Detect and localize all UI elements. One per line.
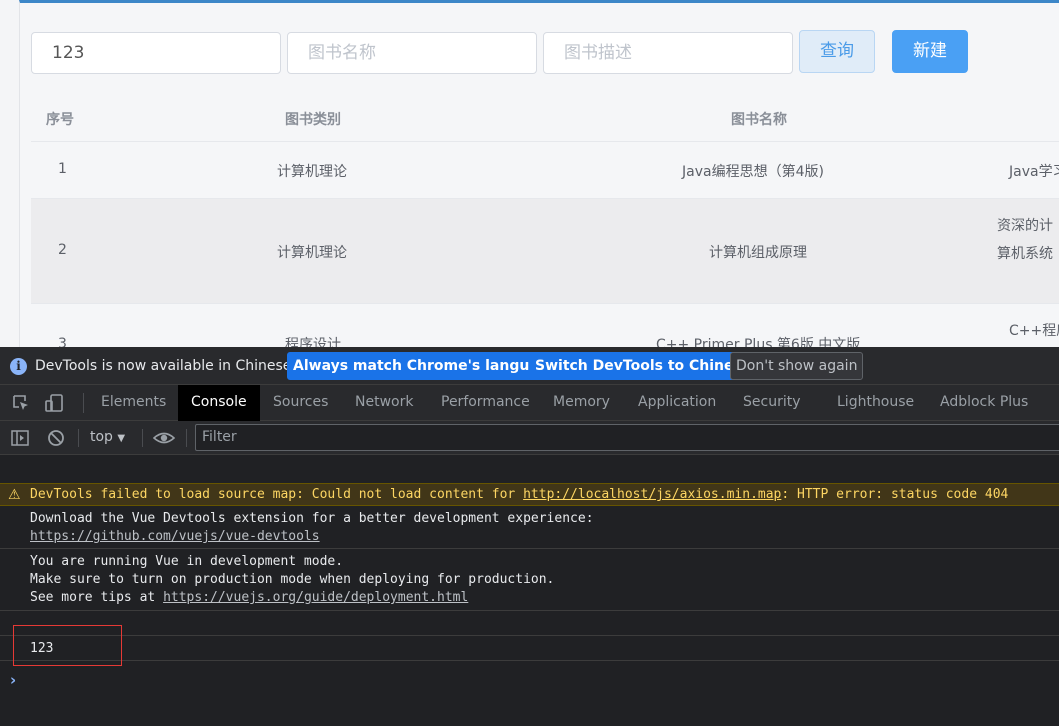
cell-index: 3 <box>58 336 67 347</box>
warning-link[interactable]: http://localhost/js/axios.min.map <box>523 487 781 502</box>
search-input-book-desc[interactable]: 图书描述 <box>543 32 793 74</box>
search-input-book-name[interactable]: 图书名称 <box>287 32 537 74</box>
tabbar-separator <box>83 393 84 413</box>
vue-deployment-link[interactable]: https://vuejs.org/guide/deployment.html <box>163 590 468 605</box>
tab-console[interactable]: Console <box>178 385 260 421</box>
language-infobar: i DevTools is now available in Chinese! … <box>0 347 1059 385</box>
sidebar-toggle-icon[interactable] <box>10 428 30 448</box>
warning-icon: ⚠ <box>8 487 21 503</box>
header-index: 序号 <box>46 112 74 128</box>
table-row[interactable]: 1 计算机理论 Java编程思想（第4版) Java学习 <box>31 142 1059 199</box>
device-toolbar-icon[interactable] <box>44 393 64 413</box>
infobar-message: DevTools is now available in Chinese! <box>35 358 297 374</box>
clear-console-icon[interactable] <box>46 428 66 448</box>
tab-sources[interactable]: Sources <box>273 385 328 421</box>
table-row[interactable]: 2 计算机理论 计算机组成原理 资深的计 算机系统 <box>31 199 1059 304</box>
cell-name: C++ Primer Plus 第6版 中文版 <box>656 337 861 347</box>
vue-devtools-message: Download the Vue Devtools extension for … <box>30 511 594 526</box>
app-viewport: 123 图书名称 图书描述 查询 新建 序号 图书类别 图书名称 1 计算机理论… <box>0 0 1059 347</box>
context-selector[interactable]: top ▼ <box>90 429 125 445</box>
cell-category: 计算机理论 <box>277 245 347 261</box>
query-button[interactable]: 查询 <box>799 30 875 73</box>
new-button[interactable]: 新建 <box>892 30 968 73</box>
filter-input[interactable]: Filter <box>195 424 1059 451</box>
tab-application[interactable]: Application <box>638 385 716 421</box>
cell-name: 计算机组成原理 <box>709 245 807 261</box>
header-name: 图书名称 <box>731 112 787 128</box>
tab-memory[interactable]: Memory <box>553 385 610 421</box>
toolbar-separator <box>186 429 187 447</box>
vue-dev-mode-line2: Make sure to turn on production mode whe… <box>30 572 555 587</box>
chevron-down-icon: ▼ <box>117 433 126 444</box>
table-row[interactable]: 3 程序设计 C++ Primer Plus 第6版 中文版 C++程序 <box>31 304 1059 347</box>
console-toolbar: top ▼ Filter <box>0 421 1059 455</box>
toolbar-separator <box>78 429 79 447</box>
tab-performance[interactable]: Performance <box>441 385 530 421</box>
match-language-button[interactable]: Always match Chrome's language <box>287 352 565 380</box>
warning-prefix: DevTools failed to load source map: Coul… <box>30 487 524 502</box>
tab-network[interactable]: Network <box>355 385 413 421</box>
message-divider <box>0 635 1059 636</box>
warning-message: DevTools failed to load source map: Coul… <box>30 487 1008 502</box>
cell-index: 2 <box>58 242 67 258</box>
switch-language-button[interactable]: Switch DevTools to Chinese <box>529 352 758 380</box>
info-icon: i <box>10 358 27 375</box>
vue-dev-mode-line3: See more tips at https://vuejs.org/guide… <box>30 590 468 605</box>
live-expression-eye-icon[interactable] <box>152 428 176 448</box>
warning-suffix: : HTTP error: status code 404 <box>781 487 1009 502</box>
header-category: 图书类别 <box>285 112 341 128</box>
cell-desc: Java学习 <box>1009 164 1059 180</box>
message-divider <box>0 610 1059 611</box>
table-header: 序号 图书类别 图书名称 <box>31 95 1059 142</box>
cell-index: 1 <box>58 161 67 177</box>
message-divider <box>0 548 1059 549</box>
search-input-id[interactable]: 123 <box>31 32 281 74</box>
dont-show-again-button[interactable]: Don't show again <box>730 352 864 380</box>
tab-lighthouse[interactable]: Lighthouse <box>837 385 914 421</box>
annotation-highlight-box <box>13 625 122 666</box>
vue-dev-mode-line1: You are running Vue in development mode. <box>30 554 344 569</box>
inspect-element-icon[interactable] <box>11 393 31 413</box>
tips-prefix: See more tips at <box>30 590 164 605</box>
console-prompt-chevron-icon[interactable]: › <box>10 671 16 689</box>
cell-name: Java编程思想（第4版) <box>682 164 824 180</box>
devtools-tabbar: Elements Console Sources Network Perform… <box>0 385 1059 421</box>
cell-category: 程序设计 <box>285 337 341 347</box>
cell-desc: C++程序 <box>1009 323 1059 339</box>
context-label: top <box>90 429 113 445</box>
tab-elements[interactable]: Elements <box>101 385 166 421</box>
cell-category: 计算机理论 <box>277 164 347 180</box>
tab-security[interactable]: Security <box>743 385 801 421</box>
book-table: 序号 图书类别 图书名称 1 计算机理论 Java编程思想（第4版) Java学… <box>31 95 1059 347</box>
cell-desc-line2: 算机系统 <box>997 246 1053 262</box>
console-warning: ⚠ DevTools failed to load source map: Co… <box>0 483 1059 506</box>
devtools-panel: i DevTools is now available in Chinese! … <box>0 347 1059 726</box>
cell-desc-line1: 资深的计 <box>997 218 1053 234</box>
toolbar-separator <box>142 429 143 447</box>
message-divider <box>0 660 1059 661</box>
tab-adblock-plus[interactable]: Adblock Plus <box>940 385 1028 421</box>
vue-devtools-link[interactable]: https://github.com/vuejs/vue-devtools <box>30 529 320 544</box>
